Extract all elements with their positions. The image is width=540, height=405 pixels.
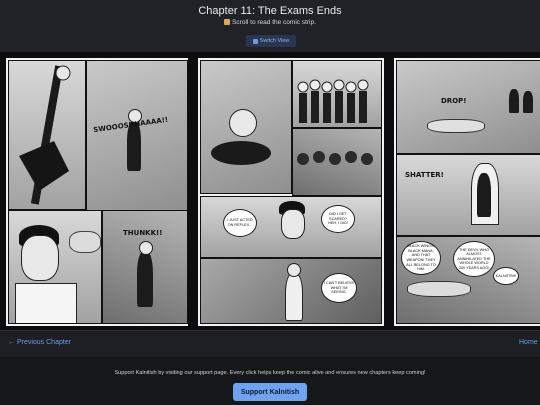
speech-bubble: I JUST ACTED ON REFLEX... (223, 209, 257, 237)
page-header: Chapter 11: The Exams Ends Scroll to rea… (0, 0, 540, 52)
panel-drop: DROP! (396, 60, 540, 154)
sfx-thunk: THUNKK!! (123, 229, 163, 237)
previous-chapter-link[interactable]: ← Previous Chapter (8, 339, 71, 346)
panel-reaction: I JUST ACTED ON REFLEX... DID I GET SCAR… (200, 196, 382, 258)
switch-view-icon (252, 38, 258, 44)
character-figure (477, 173, 491, 217)
character-shirt (15, 283, 77, 323)
panel-devil: BLACK WINGS, BLACK MANA, AND THAT WEAPON… (396, 236, 540, 324)
chapter-nav: ← Previous Chapter Home (0, 330, 540, 357)
speech-bubble: THE DEVIL WHO ALMOST ANNIHILATED THE WHO… (453, 241, 495, 277)
support-button[interactable]: Support Kalnitish (233, 383, 307, 401)
scroll-hint: Scroll to read the comic strip. (0, 19, 540, 26)
panel-students-2 (292, 128, 382, 196)
character-head (287, 263, 301, 277)
debris (211, 141, 271, 165)
speech-bubble: I CAN'T BELIEVE WHAT I'M SEEING. (321, 273, 357, 303)
axe-illustration (19, 65, 71, 205)
panel-hit (200, 60, 292, 194)
character-figure (285, 273, 303, 321)
character-head (139, 241, 153, 255)
switch-view-label: Switch View (259, 38, 290, 44)
character-head (229, 109, 257, 137)
panel-students-1 (292, 60, 382, 128)
scroll-icon (224, 19, 231, 25)
character-face (21, 235, 59, 281)
speech-bubble: DID I GET SCARED? HEH, I DID! (321, 205, 355, 233)
comic-page-1: SWOOOSHHAAAA!! THUNKK!! (6, 58, 188, 326)
students-crowd (297, 79, 369, 123)
comic-page-2: I JUST ACTED ON REFLEX... DID I GET SCAR… (198, 58, 384, 326)
character-figure (523, 91, 533, 113)
home-link[interactable]: Home (519, 339, 538, 346)
scroll-hint-text: Scroll to read the comic strip. (232, 19, 316, 26)
comic-page-3: DROP! SHATTER! BLACK WINGS, BLACK MANA, … (394, 58, 540, 326)
hand-illustration (69, 231, 101, 253)
character-figure (137, 251, 153, 307)
hand-illustration (407, 281, 471, 297)
speech-bubble: KALNITISH! (493, 267, 519, 285)
character-figure (509, 89, 519, 113)
chapter-title: Chapter 11: The Exams Ends (198, 5, 342, 17)
panel-swoosh: SWOOOSHHAAAA!! (86, 60, 188, 212)
comic-strip[interactable]: SWOOOSHHAAAA!! THUNKK!! I JUST ACTED ON … (0, 52, 540, 330)
speech-bubble: BLACK WINGS, BLACK MANA, AND THAT WEAPON… (401, 241, 441, 275)
hand-illustration (427, 119, 485, 133)
character-face (281, 209, 305, 239)
sfx-drop: DROP! (441, 97, 467, 105)
panel-shatter: SHATTER! (396, 154, 540, 236)
switch-view-button[interactable]: Switch View (246, 35, 296, 47)
crowd-rows (297, 151, 373, 165)
panel-thunk: THUNKK!! (102, 210, 188, 324)
panel-axe (8, 60, 86, 210)
support-message: Support Kalnitish by visiting our suppor… (114, 370, 426, 376)
panel-face (8, 210, 102, 324)
panel-disbelief: I CAN'T BELIEVE WHAT I'M SEEING. (200, 258, 382, 324)
sfx-shatter: SHATTER! (405, 171, 444, 179)
